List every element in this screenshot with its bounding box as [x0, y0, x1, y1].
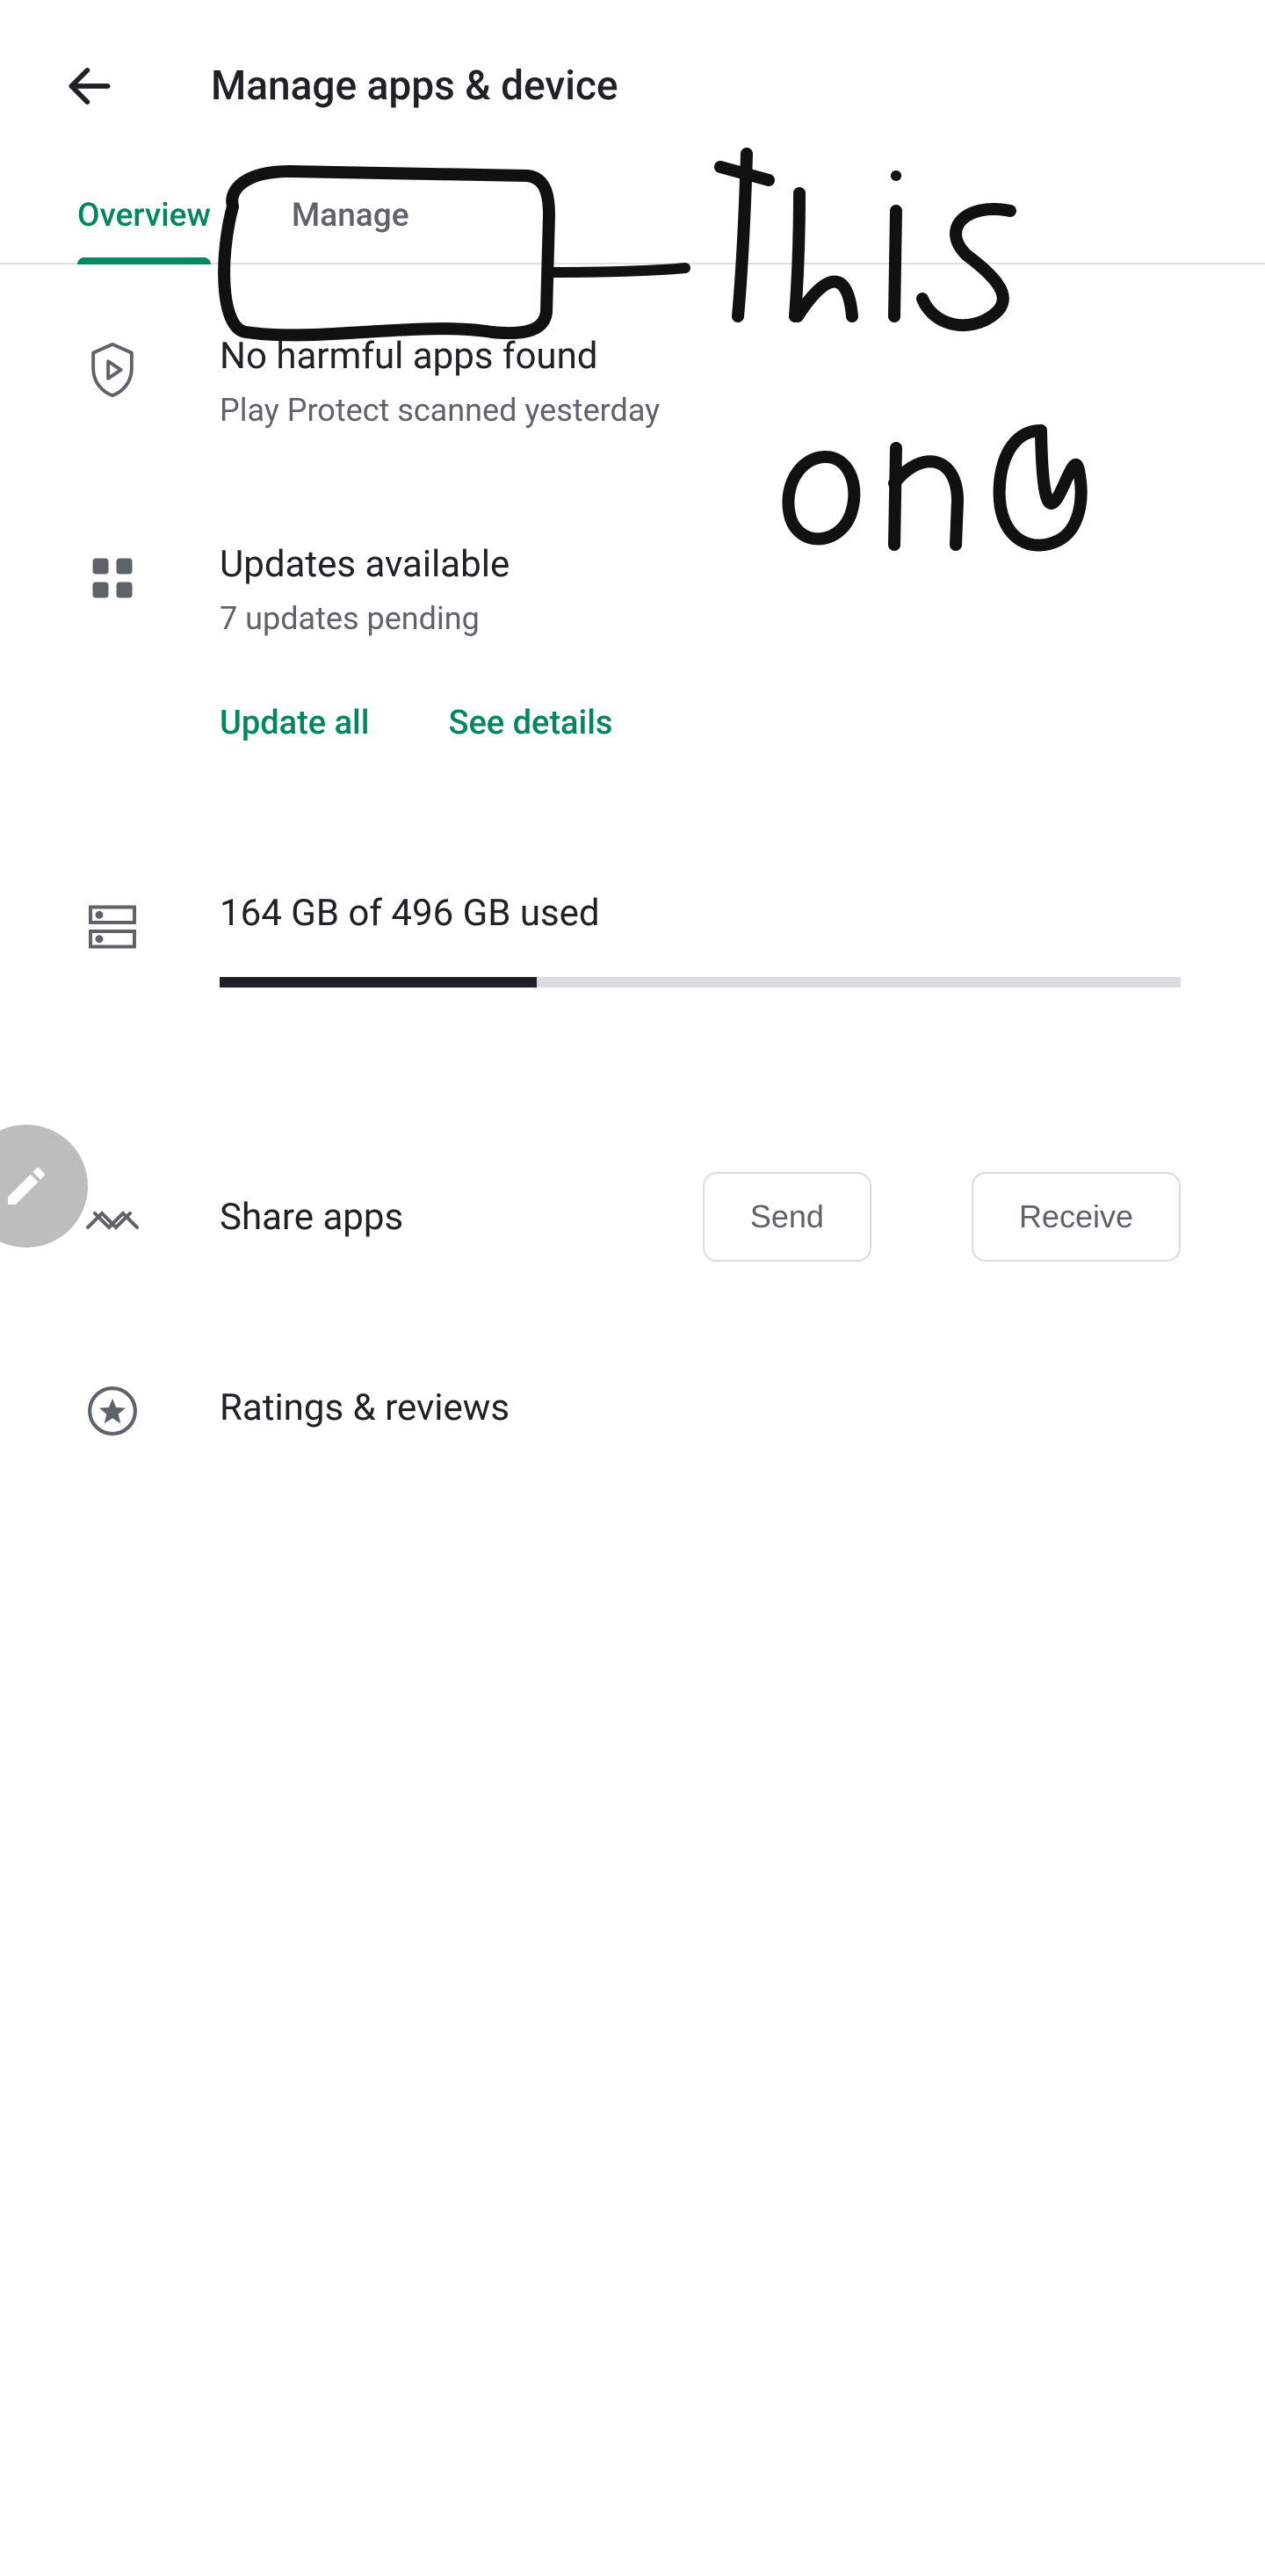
- storage-progress-fill: [220, 977, 537, 988]
- ratings-reviews-title: Ratings & reviews: [220, 1386, 510, 1429]
- tab-overview[interactable]: Overview: [77, 172, 211, 263]
- header: Manage apps & device: [0, 0, 1265, 172]
- shield-icon: [84, 342, 141, 398]
- storage-text: 164 GB of 496 GB used: [220, 892, 1181, 935]
- play-protect-title: No harmful apps found: [220, 335, 1181, 378]
- play-protect-sub: Play Protect scanned yesterday: [220, 392, 1181, 429]
- updates-title: Updates available: [220, 543, 1181, 586]
- pencil-icon: [2, 1161, 51, 1211]
- storage-row[interactable]: 164 GB of 496 GB used: [84, 892, 1181, 988]
- share-icon: [84, 1192, 141, 1248]
- receive-button[interactable]: Receive: [972, 1172, 1181, 1262]
- send-button[interactable]: Send: [703, 1172, 871, 1262]
- storage-icon: [84, 899, 141, 955]
- update-all-button[interactable]: Update all: [220, 704, 369, 742]
- updates-row[interactable]: Updates available 7 updates pending Upda…: [84, 543, 1181, 742]
- star-circle-icon: [84, 1383, 141, 1439]
- content: No harmful apps found Play Protect scann…: [0, 264, 1265, 1439]
- share-apps-row: Share apps Send Receive: [84, 1172, 1181, 1262]
- ratings-reviews-row[interactable]: Ratings & reviews: [84, 1376, 1181, 1439]
- storage-progress: [220, 977, 1181, 988]
- updates-sub: 7 updates pending: [220, 600, 1181, 637]
- page-title: Manage apps & device: [211, 62, 618, 110]
- play-protect-row[interactable]: No harmful apps found Play Protect scann…: [84, 335, 1181, 429]
- tab-manage[interactable]: Manage: [292, 172, 409, 263]
- tabs: Overview Manage: [0, 172, 1265, 264]
- back-button[interactable]: [53, 49, 126, 123]
- share-apps-title: Share apps: [220, 1196, 603, 1239]
- arrow-back-icon: [62, 59, 117, 113]
- see-details-button[interactable]: See details: [448, 704, 612, 742]
- apps-grid-icon: [84, 550, 141, 606]
